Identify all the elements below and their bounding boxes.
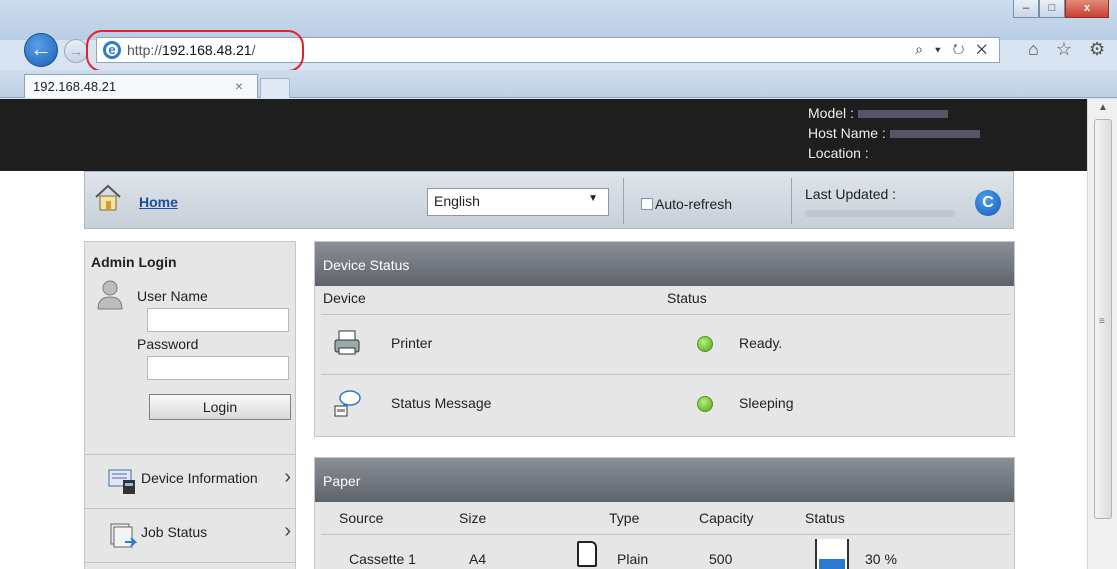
column-header-size: Size: [459, 510, 487, 526]
maximize-button[interactable]: □: [1039, 0, 1065, 18]
paper-level-fill: [819, 559, 845, 569]
address-url[interactable]: http://192.168.48.21/: [127, 42, 255, 58]
paper-size: A4: [469, 551, 487, 567]
chevron-right-icon: ›: [284, 520, 291, 542]
column-header-status: Status: [805, 510, 845, 526]
device-name: Status Message: [391, 395, 492, 411]
language-select[interactable]: English ▼: [427, 188, 609, 216]
device-status-value: Sleeping: [739, 395, 794, 411]
device-info-labels: Model : Host Name : Location :: [808, 103, 980, 163]
paper-level-gauge: [815, 539, 849, 569]
divider: [791, 178, 792, 224]
admin-login-title: Admin Login: [91, 254, 177, 270]
tab-close-icon[interactable]: ×: [235, 78, 243, 94]
column-header-type: Type: [609, 510, 640, 526]
ie-page-icon: e: [103, 41, 121, 59]
address-bar[interactable]: e http://192.168.48.21/ ⌕ ▾ ↻ ✕: [96, 37, 1000, 63]
home-link[interactable]: Home: [139, 194, 178, 210]
window-controls: – □ x: [1013, 0, 1109, 18]
status-message-icon: [334, 390, 361, 417]
nav-item-device-information[interactable]: Device Information ›: [85, 458, 295, 502]
paper-source: Cassette 1: [349, 551, 416, 567]
panel-title: Device Status: [315, 242, 1014, 286]
device-info-icon: [108, 469, 135, 494]
auto-refresh-toggle[interactable]: Auto-refresh: [641, 196, 732, 212]
table-row: Cassette 1 A4 Plain 500 30 %: [321, 534, 1010, 569]
page-content: Model : Host Name : Location : Home Engl…: [0, 99, 1087, 569]
column-header-source: Source: [339, 510, 384, 526]
scroll-thumb[interactable]: ≡: [1094, 119, 1112, 519]
printer-icon: [334, 330, 360, 355]
toolbar: Home English ▼ Auto-refresh Last Updated…: [84, 171, 1014, 229]
auto-refresh-label: Auto-refresh: [655, 196, 733, 212]
column-header-device: Device: [323, 290, 366, 306]
new-tab-button[interactable]: [260, 78, 290, 98]
user-avatar-icon: [97, 280, 123, 310]
nav-item-label: Job Status: [141, 524, 208, 540]
divider: [623, 178, 624, 224]
nav-item-job-status[interactable]: Job Status ›: [85, 512, 295, 556]
chevron-right-icon: ›: [284, 466, 291, 488]
home-icon[interactable]: [93, 182, 123, 212]
vertical-scrollbar[interactable]: ▲ ≡: [1087, 99, 1117, 569]
panel-title: Paper: [315, 458, 1014, 502]
column-header-status: Status: [667, 290, 707, 306]
nav-item-label: Device Information: [141, 470, 258, 486]
login-button[interactable]: Login: [149, 394, 291, 420]
tab-bar: 192.168.48.21 ×: [0, 70, 1117, 98]
job-status-icon: [110, 523, 138, 548]
divider: [85, 454, 295, 455]
address-tools[interactable]: ⌕ ▾ ↻ ✕: [915, 41, 991, 58]
password-label: Password: [137, 336, 199, 352]
user-name-label: User Name: [137, 288, 208, 304]
host-name-label: Host Name :: [808, 125, 886, 141]
table-row: Status Message Sleeping: [321, 374, 1010, 432]
password-input[interactable]: [147, 356, 289, 380]
refresh-icon[interactable]: C: [975, 190, 1001, 216]
device-name: Printer: [391, 335, 433, 351]
browser-navbar: ← → e http://192.168.48.21/ ⌕ ▾ ↻ ✕ ⌂ ☆ …: [0, 30, 1117, 70]
device-header-band: Model : Host Name : Location :: [0, 99, 1087, 171]
close-window-button[interactable]: x: [1065, 0, 1109, 18]
user-name-input[interactable]: [147, 308, 289, 332]
grip-icon: ≡: [1099, 316, 1105, 327]
paper-status: 30 %: [865, 551, 897, 567]
device-status-value: Ready.: [739, 335, 783, 351]
forward-button[interactable]: →: [64, 39, 88, 63]
left-navigation: Admin Login User Name Password Login Dev…: [84, 241, 296, 569]
back-button[interactable]: ←: [24, 33, 58, 67]
chevron-down-icon: ▼: [588, 193, 598, 204]
status-indicator-icon: [697, 336, 713, 352]
status-indicator-icon: [697, 396, 713, 412]
auto-refresh-checkbox[interactable]: [641, 198, 653, 210]
divider: [85, 562, 295, 563]
paper-type: Plain: [617, 551, 649, 567]
tab-title: 192.168.48.21: [33, 79, 117, 94]
divider: [85, 508, 295, 509]
minimize-button[interactable]: –: [1013, 0, 1039, 18]
paper-capacity: 500: [709, 551, 733, 567]
column-header-capacity: Capacity: [699, 510, 754, 526]
location-label: Location :: [808, 145, 869, 161]
table-row: Printer Ready.: [321, 314, 1010, 372]
paper-sheet-icon: [577, 541, 597, 567]
last-updated: Last Updated :: [805, 186, 955, 217]
model-label: Model :: [808, 105, 854, 121]
last-updated-label: Last Updated :: [805, 186, 897, 202]
device-status-panel: Device Status Device Status Printer Read…: [314, 241, 1015, 437]
paper-panel: Paper Source Size Type Capacity Status C…: [314, 457, 1015, 569]
language-value: English: [434, 193, 480, 209]
browser-toolbar-icons[interactable]: ⌂ ☆ ⚙: [1028, 39, 1111, 60]
scroll-up-icon[interactable]: ▲: [1088, 99, 1117, 117]
tab-active[interactable]: 192.168.48.21 ×: [24, 74, 258, 98]
